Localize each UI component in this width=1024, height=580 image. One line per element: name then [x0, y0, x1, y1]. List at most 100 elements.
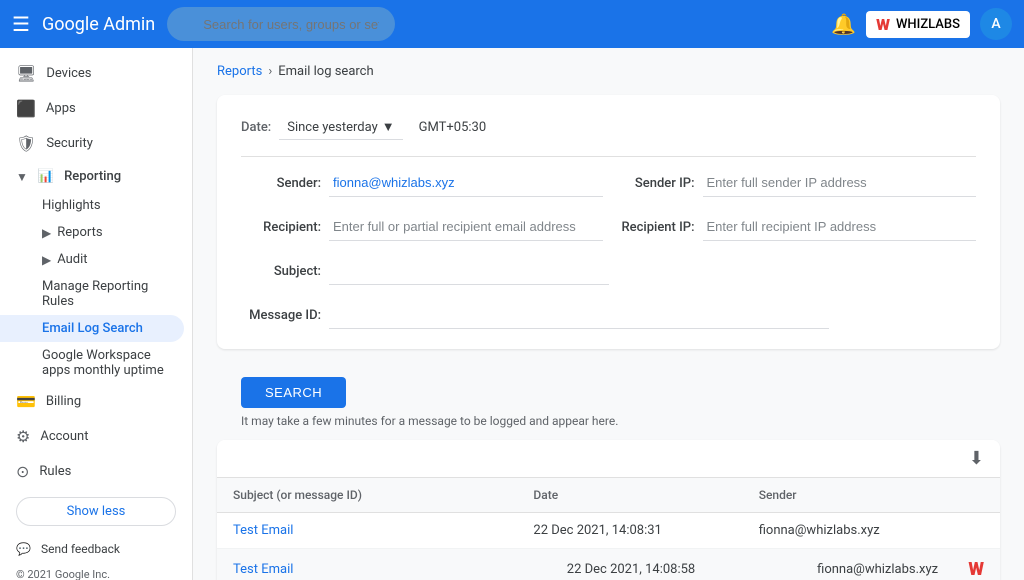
- show-less-button[interactable]: Show less: [16, 497, 176, 526]
- menu-icon[interactable]: ☰: [12, 12, 30, 36]
- whizlabs-label: WHIZLABS: [896, 17, 960, 32]
- billing-icon: 💳: [16, 392, 36, 411]
- recipient-label: Recipient:: [241, 220, 321, 235]
- sidebar-item-email-log-search[interactable]: Email Log Search: [0, 315, 184, 342]
- sidebar: 🖥 Devices ⬛ Apps 🛡 Security ▼ 📊 Reportin…: [0, 48, 193, 580]
- rules-icon: ⊙: [16, 462, 29, 481]
- date-select[interactable]: Since yesterday ▼: [279, 115, 402, 140]
- sidebar-item-billing[interactable]: 💳 Billing: [0, 384, 184, 419]
- sidebar-label-billing: Billing: [46, 394, 81, 409]
- recipient-ip-label: Recipient IP:: [615, 220, 695, 235]
- table-row: Test Email 22 Dec 2021, 14:08:58 fionna@…: [217, 549, 1000, 580]
- recipient-group: Recipient:: [241, 213, 603, 241]
- logo-text: Google Admin: [42, 14, 155, 35]
- chevron-right-icon2: ▶: [42, 253, 51, 267]
- col-header-subject: Subject (or message ID): [233, 488, 533, 502]
- sidebar-label-rules: Rules: [39, 464, 71, 479]
- sidebar-label-audit: Audit: [57, 252, 87, 267]
- date-chevron-icon: ▼: [382, 119, 395, 135]
- col-header-date: Date: [533, 488, 758, 502]
- result-sender-0: fionna@whizlabs.xyz: [759, 523, 984, 538]
- result-date-1: 22 Dec 2021, 14:08:58: [567, 562, 817, 577]
- breadcrumb-parent[interactable]: Reports: [217, 64, 262, 79]
- breadcrumb-separator: ›: [268, 64, 272, 79]
- date-value: Since yesterday: [287, 120, 378, 135]
- table-row: Test Email 22 Dec 2021, 14:08:31 fionna@…: [217, 513, 1000, 549]
- account-icon: ⚙: [16, 427, 30, 446]
- sidebar-item-apps[interactable]: ⬛ Apps: [0, 91, 184, 126]
- sidebar-item-gws-monthly[interactable]: Google Workspace apps monthly uptime: [0, 342, 184, 384]
- sender-input[interactable]: [329, 169, 603, 197]
- date-row: Date: Since yesterday ▼ GMT+05:30: [241, 115, 976, 140]
- recipient-ip-input[interactable]: [703, 213, 977, 241]
- result-subject-1[interactable]: Test Email: [233, 562, 293, 577]
- sender-ip-group: Sender IP:: [615, 169, 977, 197]
- main-content: Reports › Email log search Date: Since y…: [193, 48, 1024, 580]
- sidebar-item-reporting[interactable]: ▼ 📊 Reporting: [0, 161, 192, 192]
- topbar-right: 🔔 W WHIZLABS A: [831, 8, 1012, 40]
- sidebar-item-rules[interactable]: ⊙ Rules: [0, 454, 184, 489]
- result-date-0: 22 Dec 2021, 14:08:31: [533, 523, 758, 538]
- security-icon: 🛡: [16, 134, 36, 153]
- sidebar-label-reporting: Reporting: [64, 169, 121, 184]
- subject-group: Subject:: [241, 257, 609, 285]
- main-layout: 🖥 Devices ⬛ Apps 🛡 Security ▼ 📊 Reportin…: [0, 48, 1024, 580]
- chevron-down-icon: ▼: [16, 170, 28, 184]
- download-icon[interactable]: ⬇: [969, 448, 984, 469]
- sidebar-item-account[interactable]: ⚙ Account: [0, 419, 184, 454]
- sidebar-item-highlights[interactable]: Highlights: [0, 192, 184, 219]
- copyright-text: © 2021 Google Inc.: [16, 568, 110, 580]
- breadcrumb-current: Email log search: [278, 64, 373, 79]
- sidebar-label-email-log: Email Log Search: [42, 321, 143, 336]
- app-logo: Google Admin: [42, 14, 155, 35]
- sidebar-item-manage-rules[interactable]: Manage Reporting Rules: [0, 273, 184, 315]
- sender-ip-label: Sender IP:: [615, 176, 695, 191]
- sidebar-item-devices[interactable]: 🖥 Devices: [0, 56, 184, 91]
- whizlabs-logo-icon: W: [876, 15, 890, 34]
- email-log-form: Date: Since yesterday ▼ GMT+05:30 Sender…: [217, 95, 1000, 349]
- notification-icon[interactable]: 🔔: [831, 12, 856, 36]
- sidebar-item-security[interactable]: 🛡 Security: [0, 126, 184, 161]
- subject-input[interactable]: [329, 257, 609, 285]
- col-header-sender: Sender: [759, 488, 984, 502]
- avatar[interactable]: A: [980, 8, 1012, 40]
- search-container: 🔍: [167, 7, 667, 41]
- whizlabs-badge: W WHIZLABS: [866, 11, 970, 38]
- result-subject-0[interactable]: Test Email: [233, 523, 293, 538]
- subject-row: Subject:: [241, 257, 976, 285]
- message-id-input[interactable]: [329, 301, 829, 329]
- search-input[interactable]: [167, 7, 395, 41]
- search-note: It may take a few minutes for a message …: [241, 414, 618, 428]
- message-id-group: Message ID:: [241, 301, 829, 329]
- sidebar-label-reports: Reports: [57, 225, 102, 240]
- results-card: ⬇ Subject (or message ID) Date Sender Te…: [217, 440, 1000, 580]
- message-id-row: Message ID:: [241, 301, 976, 329]
- search-section: SEARCH It may take a few minutes for a m…: [217, 365, 1000, 440]
- form-divider: [241, 156, 976, 157]
- message-id-label: Message ID:: [241, 308, 321, 323]
- sidebar-label-gws: Google Workspace apps monthly uptime: [42, 348, 164, 378]
- recipient-row: Recipient: Recipient IP:: [241, 213, 976, 241]
- topbar: ☰ Google Admin 🔍 🔔 W WHIZLABS A: [0, 0, 1024, 48]
- feedback-icon: 💬: [16, 542, 31, 556]
- sidebar-label-account: Account: [40, 429, 88, 444]
- subject-label: Subject:: [241, 264, 321, 279]
- reporting-icon: 📊: [38, 169, 54, 184]
- breadcrumb: Reports › Email log search: [217, 64, 1000, 79]
- search-button[interactable]: SEARCH: [241, 377, 346, 408]
- chevron-right-icon: ▶: [42, 226, 51, 240]
- sender-group: Sender:: [241, 169, 603, 197]
- table-header: Subject (or message ID) Date Sender: [217, 478, 1000, 513]
- send-feedback-label: Send feedback: [41, 542, 120, 556]
- devices-icon: 🖥: [16, 64, 36, 83]
- footer-links: © 2021 Google Inc. Terms of service · Bi…: [0, 564, 192, 580]
- sidebar-item-reports[interactable]: ▶ Reports: [0, 219, 184, 246]
- sidebar-item-audit[interactable]: ▶ Audit: [0, 246, 184, 273]
- send-feedback-button[interactable]: 💬 Send feedback: [0, 534, 192, 564]
- recipient-ip-group: Recipient IP:: [615, 213, 977, 241]
- sidebar-label-devices: Devices: [46, 66, 91, 81]
- sidebar-label-apps: Apps: [46, 101, 76, 116]
- recipient-input[interactable]: [329, 213, 603, 241]
- sender-ip-input[interactable]: [703, 169, 977, 197]
- sidebar-label-manage-rules: Manage Reporting Rules: [42, 279, 148, 309]
